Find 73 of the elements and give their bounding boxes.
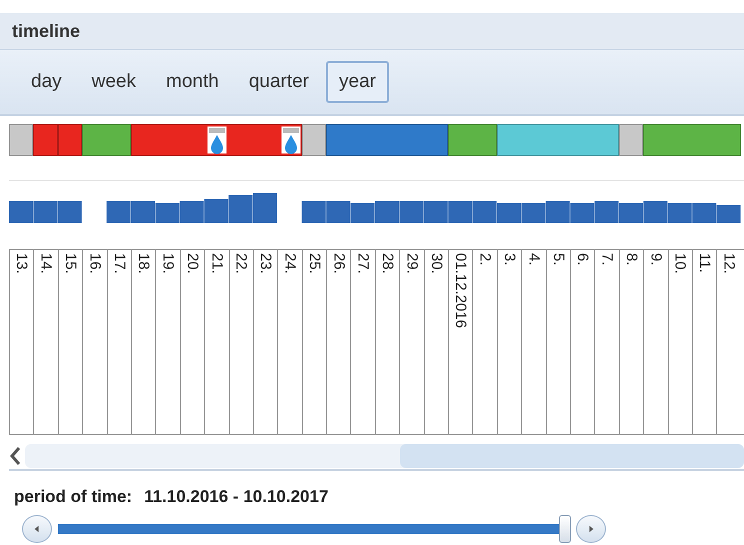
scrollbar-thumb[interactable] [400, 444, 744, 468]
bar [472, 201, 497, 223]
step-forward-button[interactable] [576, 515, 606, 543]
tab[interactable]: month [153, 61, 232, 103]
day-label: 5. [550, 253, 567, 266]
day-label: 3. [501, 253, 518, 266]
day-label: 20. [184, 253, 201, 274]
bar [228, 195, 253, 223]
tab[interactable]: day [18, 61, 75, 103]
bar [131, 201, 155, 223]
bar [399, 201, 424, 223]
bar [326, 201, 350, 223]
bar [521, 203, 546, 223]
day-label: 2. [476, 253, 494, 266]
day-label: 8. [622, 253, 640, 266]
day-label: 18. [135, 253, 152, 274]
day-label: 12. [720, 253, 738, 274]
day-label: 19. [160, 253, 177, 274]
right-triangle-icon [587, 525, 595, 533]
day-label: 17. [110, 253, 128, 274]
day-label: 16. [86, 253, 104, 274]
day-label: 4. [525, 253, 542, 266]
day-label: 30. [428, 253, 445, 274]
day-label: 6. [574, 253, 592, 266]
bar [716, 205, 741, 223]
slider-thumb[interactable] [558, 515, 571, 543]
day-label: 28. [379, 253, 396, 274]
tab[interactable]: quarter [236, 61, 322, 103]
bar [155, 203, 180, 223]
bar [668, 203, 692, 223]
day-label: 27. [354, 253, 372, 274]
bar [448, 201, 472, 223]
panel-title: timeline [12, 20, 80, 42]
period-label: period of time: [14, 487, 132, 507]
bar [619, 203, 643, 223]
period-value: 11.10.2016 - 10.10.2017 [144, 487, 328, 507]
day-label: 15. [62, 253, 79, 274]
bar [302, 201, 326, 223]
day-label: 10. [672, 253, 689, 274]
tab[interactable]: week [78, 61, 149, 103]
day-label: 23. [257, 253, 274, 274]
day-label: 22. [232, 253, 250, 274]
bar [375, 201, 399, 223]
step-back-button[interactable] [22, 515, 52, 543]
bar [33, 201, 58, 223]
bar [594, 201, 619, 223]
bar [692, 203, 716, 223]
tab[interactable]: year [326, 61, 389, 103]
bar [570, 203, 594, 223]
day-label: 21. [208, 253, 226, 274]
bar [546, 201, 570, 223]
day-label: 29. [403, 253, 420, 274]
bar [350, 203, 375, 223]
bar [180, 201, 204, 223]
bar [204, 199, 228, 223]
day-label: 9. [647, 253, 664, 266]
bar [9, 201, 33, 223]
day-label: 14. [38, 253, 55, 274]
day-label: 7. [598, 253, 616, 266]
day-label: 01.12.2016 [452, 253, 470, 328]
day-label: 13. [13, 253, 30, 274]
day-label: 11. [696, 253, 714, 273]
bar [643, 201, 668, 223]
day-label: 25. [306, 253, 323, 274]
left-triangle-icon [33, 525, 41, 533]
scrollbar[interactable] [9, 443, 744, 471]
day-label: 24. [281, 253, 298, 274]
bar [58, 201, 82, 223]
bar [253, 193, 277, 223]
bar [424, 201, 448, 223]
bar [497, 203, 521, 223]
day-label: 26. [330, 253, 348, 274]
bar [106, 201, 131, 223]
